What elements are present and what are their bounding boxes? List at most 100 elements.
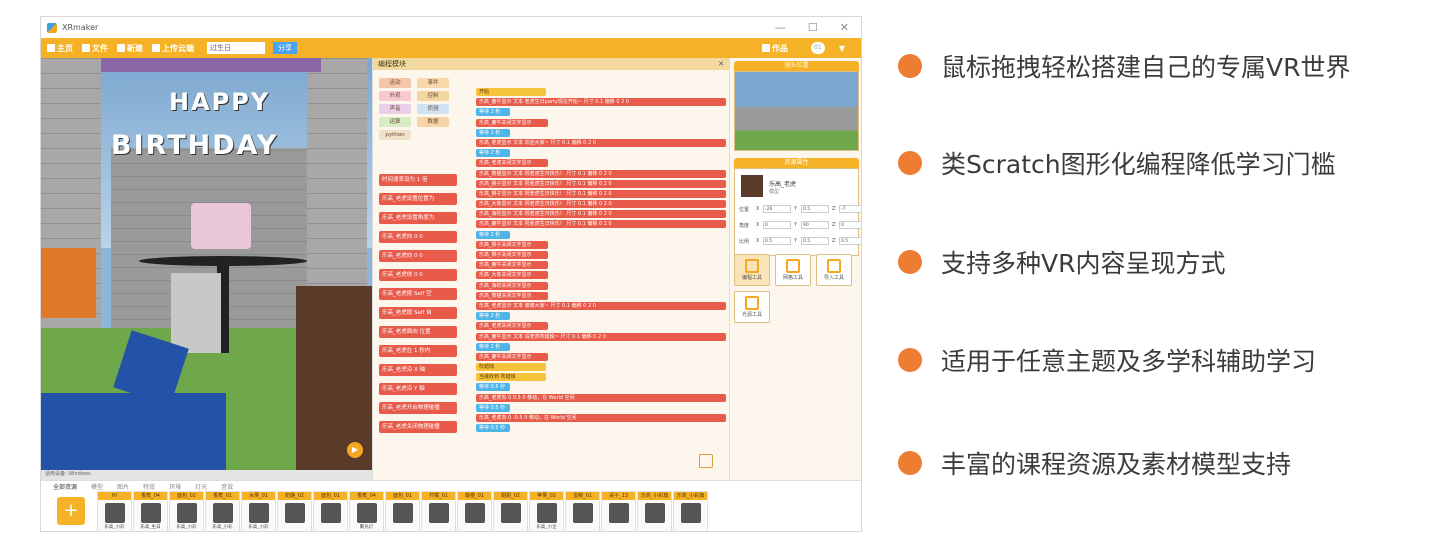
scene-viewport[interactable]: HAPPY BIRTHDAY ▶ xyxy=(41,58,372,470)
property-y-input[interactable]: 90 xyxy=(801,221,829,229)
maximize-button[interactable]: ☐ xyxy=(808,21,818,34)
script-block[interactable]: 乐高_大象显示 文本 祝老虎生日快乐！ 尺寸 0.1 偏移 0 2 0 xyxy=(476,200,726,209)
category-5[interactable]: 侦测 xyxy=(417,104,449,114)
script-block[interactable]: 乐高_猴子关闭文字显示 xyxy=(476,240,548,249)
tool-button-3[interactable]: 光源工具 xyxy=(734,291,770,323)
code-view-icon[interactable] xyxy=(699,454,713,468)
script-block[interactable]: 等待 2 秒 xyxy=(476,342,510,351)
asset-card[interactable]: 苹果_02 乐高_小企 xyxy=(529,491,564,531)
asset-card[interactable]: 水果_01 乐高_小彩 xyxy=(241,491,276,531)
script-block[interactable]: 乐高_狮子显示 文本 祝老虎生日快乐！ 尺寸 0.1 偏移 0 2 0 xyxy=(476,189,726,198)
asset-card[interactable]: 面包_01 xyxy=(313,491,348,531)
category-7[interactable]: 数据 xyxy=(417,117,449,127)
asset-tab[interactable]: 音效 xyxy=(221,482,233,491)
asset-card[interactable]: 奶酪_02 xyxy=(277,491,312,531)
palette-block[interactable]: 乐高_老虎关闭物理碰撞 xyxy=(379,421,457,433)
script-block[interactable]: 乐高_老虎向 0 0.5 0 移动，在 World 空间 xyxy=(476,393,726,402)
script-block[interactable]: 乐高_鹿牛关闭文字显示 xyxy=(476,261,548,270)
asset-card[interactable]: 香蕉_01 乐高_小彩 xyxy=(205,491,240,531)
script-block[interactable]: 当接收到 吹蜡烛 xyxy=(476,373,546,382)
palette-block[interactable]: 乐高_老虎向 0 0 xyxy=(379,250,457,262)
script-block[interactable]: 等待 1 秒 xyxy=(476,128,510,137)
share-button[interactable]: 分享 xyxy=(273,42,297,54)
script-block[interactable]: 等待 2 秒 xyxy=(476,312,510,321)
palette-block[interactable]: 乐高_老虎向 0 0 xyxy=(379,231,457,243)
asset-card[interactable]: 面包_01 xyxy=(385,491,420,531)
new-button[interactable]: 新建 xyxy=(117,43,143,54)
category-3[interactable]: 控制 xyxy=(417,91,449,101)
project-name-input[interactable]: 过生日 xyxy=(207,42,265,54)
bear-model[interactable] xyxy=(296,286,372,470)
property-z-input[interactable]: 0.5 xyxy=(839,237,861,245)
asset-card[interactable]: 香蕉_04 聚光灯 xyxy=(349,491,384,531)
palette-block[interactable]: 乐高_老虎按 Self 空 xyxy=(379,288,457,300)
property-x-input[interactable]: -26 xyxy=(763,205,791,213)
chevron-down-icon[interactable]: ▼ xyxy=(839,44,845,53)
script-block[interactable]: 乐高_鹿牛显示 文本 请老虎吹蜡烛~ 尺寸 0.1 偏移 0 2 0 xyxy=(476,332,726,341)
category-0[interactable]: 运动 xyxy=(379,78,411,88)
asset-tab[interactable]: 模型 xyxy=(91,482,103,491)
category-4[interactable]: 声音 xyxy=(379,104,411,114)
minimize-button[interactable]: — xyxy=(775,21,786,34)
script-block[interactable]: 等待 2 秒 xyxy=(476,108,510,117)
palette-block[interactable]: 乐高_老虎沿 X 轴 xyxy=(379,364,457,376)
script-block[interactable]: 乐高_鹿牛关闭文字显示 xyxy=(476,118,548,127)
script-block[interactable]: 乐高_海豹关闭文字显示 xyxy=(476,281,548,290)
palette-block[interactable]: 乐高_老虎按 Self 自 xyxy=(379,307,457,319)
asset-card[interactable]: 乐高_小彩旗 xyxy=(673,491,708,531)
script-block[interactable]: 乐高_狮子关闭文字显示 xyxy=(476,251,548,259)
category-6[interactable]: 运算 xyxy=(379,117,411,127)
tiger-model[interactable] xyxy=(41,248,96,318)
script-block[interactable]: 乐高_老虎关闭文字显示 xyxy=(476,159,548,168)
palette-block[interactable]: 乐高_老虎设置位置为 xyxy=(379,193,457,205)
palette-block[interactable]: 乐高_老虎开启物理碰撞 xyxy=(379,402,457,414)
property-y-input[interactable]: 0.5 xyxy=(801,237,829,245)
play-button[interactable]: ▶ xyxy=(347,442,363,458)
script-block[interactable]: 乐高_老虎显示 文本 谢谢大家~ 尺寸 0.1 偏移 0 2 0 xyxy=(476,301,726,310)
category-1[interactable]: 事件 xyxy=(417,78,449,88)
property-x-input[interactable]: 0.5 xyxy=(763,237,791,245)
script-block[interactable]: 乐高_海豹显示 文本 祝老虎生日快乐！ 尺寸 0.1 偏移 0 2 0 xyxy=(476,210,726,219)
property-z-input[interactable]: -7 xyxy=(839,205,861,213)
asset-card[interactable]: 柠檬_01 xyxy=(421,491,456,531)
close-button[interactable]: ✕ xyxy=(840,21,849,34)
cake-model[interactable] xyxy=(191,203,251,249)
home-button[interactable]: 主页 xyxy=(47,43,73,54)
asset-card[interactable]: 桌子_13 xyxy=(601,491,636,531)
asset-tab[interactable]: 灯光 xyxy=(195,482,207,491)
script-block[interactable]: 乐高_鹿牛关闭文字显示 xyxy=(476,352,548,361)
add-asset-button[interactable]: + xyxy=(57,497,85,525)
camera-preview[interactable] xyxy=(734,71,859,151)
asset-tab[interactable]: 环境 xyxy=(169,482,181,491)
palette-block[interactable]: 时间速率设为 1 倍 xyxy=(379,174,457,186)
property-x-input[interactable]: 0 xyxy=(763,221,791,229)
asset-tab[interactable]: 图片 xyxy=(117,482,129,491)
upload-button[interactable]: 上传云端 xyxy=(152,43,194,54)
asset-tab[interactable]: 特效 xyxy=(143,482,155,491)
script-block[interactable]: 乐高_老虎向 0 -0.5 0 移动，在 World 空间 xyxy=(476,414,726,422)
asset-card[interactable]: 香蕉_04 乐高_生日 xyxy=(133,491,168,531)
asset-card[interactable]: 酸橙_01 xyxy=(457,491,492,531)
script-block[interactable]: 等待 0.5 秒 xyxy=(476,424,510,433)
script-block[interactable]: 乐高_熊猫关闭文字显示 xyxy=(476,291,548,300)
property-y-input[interactable]: 0.5 xyxy=(801,205,829,213)
works-button[interactable]: 作品 xyxy=(761,43,788,54)
script-block[interactable]: 等待 2 秒 xyxy=(476,149,510,158)
script-block[interactable]: 乐高_鹿牛显示 文本 老虎生日party现在开始~ 尺寸 0.1 偏移 0 2 … xyxy=(476,98,726,107)
script-block[interactable]: 开始 xyxy=(476,88,546,96)
asset-card[interactable]: 蛋糕_01 xyxy=(565,491,600,531)
asset-card[interactable]: 乐高_小彩旗 xyxy=(637,491,672,531)
asset-tab[interactable]: 全部资源 xyxy=(53,482,77,491)
user-avatar[interactable]: 01 xyxy=(810,42,825,54)
category-8[interactable]: python xyxy=(379,130,411,140)
script-block[interactable]: 乐高_猴子显示 文本 祝老虎生日快乐！ 尺寸 0.1 偏移 0 2 0 xyxy=(476,179,726,188)
property-z-input[interactable]: 0 xyxy=(839,221,861,229)
palette-block[interactable]: 乐高_老虎沿 Y 轴 xyxy=(379,383,457,395)
script-block[interactable]: 乐高_熊猫显示 文本 祝老虎生日快乐！ 尺寸 0.1 偏移 0 2 0 xyxy=(476,169,726,178)
wolf-model[interactable] xyxy=(171,273,221,353)
file-button[interactable]: 文件 xyxy=(82,43,108,54)
category-2[interactable]: 外观 xyxy=(379,91,411,101)
script-block[interactable]: 等待 0.5 秒 xyxy=(476,383,510,392)
tool-button-0[interactable]: 编程工具 xyxy=(734,254,770,286)
asset-card[interactable]: 面包_02 乐高_小彩 xyxy=(169,491,204,531)
